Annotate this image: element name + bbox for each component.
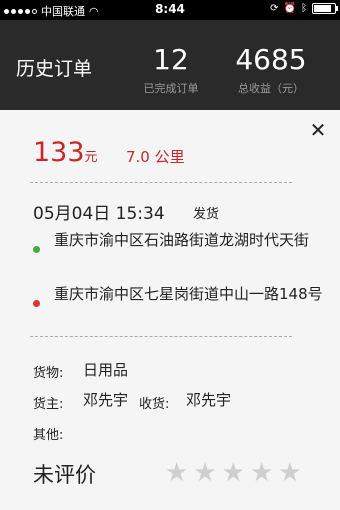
completed-orders-count: 12	[153, 43, 189, 76]
rating-stars[interactable]: ★ ★ ★ ★ ★	[165, 460, 302, 486]
receiver-label: 收货:	[139, 397, 170, 412]
order-detail-card: ✕ 133元 7.0 公里 05月04日 15:34 发货 重庆市渝中区石油路街…	[0, 110, 340, 510]
goods-label: 货物:	[33, 366, 64, 381]
order-datetime: 05月04日 15:34	[33, 204, 165, 224]
total-income-value: 4685	[235, 43, 307, 76]
star-icon[interactable]: ★	[278, 460, 301, 486]
goods-value: 日用品	[83, 361, 129, 379]
total-income-label: 总收益（元）	[238, 82, 304, 95]
battery-icon	[312, 3, 338, 14]
close-icon[interactable]: ✕	[308, 118, 328, 142]
owner-label: 货主:	[33, 397, 64, 412]
history-header: 历史订单 12 已完成订单 4685 总收益（元）	[0, 20, 340, 110]
bluetooth-icon: ᛒ	[301, 3, 307, 14]
total-income-stat: 4685 总收益（元）	[230, 44, 312, 96]
order-status: 发货	[193, 207, 220, 222]
rotation-lock-icon: ⟳	[270, 3, 279, 14]
star-icon[interactable]: ★	[193, 460, 216, 486]
status-right: ⟳ ⏰ ᛒ	[270, 3, 338, 14]
alarm-icon: ⏰	[283, 3, 296, 14]
price-unit: 元	[84, 150, 98, 165]
rating-label: 未评价	[33, 463, 96, 487]
destination-dot-icon	[33, 300, 40, 307]
divider	[30, 182, 292, 183]
owner-value: 邓先宇	[83, 391, 129, 409]
origin-dot-icon	[33, 246, 40, 253]
divider	[30, 336, 292, 337]
star-icon[interactable]: ★	[222, 460, 245, 486]
status-bar: 中国联通 ◠ 8:44 ⟳ ⏰ ᛒ	[0, 0, 340, 20]
page-title: 历史订单	[16, 58, 93, 80]
star-icon[interactable]: ★	[250, 460, 273, 486]
to-address: 重庆市渝中区七星岗街道中山一路148号	[54, 285, 323, 303]
completed-orders-label: 已完成订单	[143, 82, 199, 95]
other-label: 其他:	[33, 428, 64, 443]
distance: 7.0 公里	[126, 148, 185, 166]
from-address: 重庆市渝中区石油路街道龙湖时代天街	[54, 231, 310, 249]
receiver-value: 邓先宇	[186, 391, 232, 409]
price: 133元	[33, 137, 98, 168]
star-icon[interactable]: ★	[165, 460, 188, 486]
completed-orders-stat: 12 已完成订单	[140, 44, 202, 96]
price-value: 133	[33, 137, 85, 168]
